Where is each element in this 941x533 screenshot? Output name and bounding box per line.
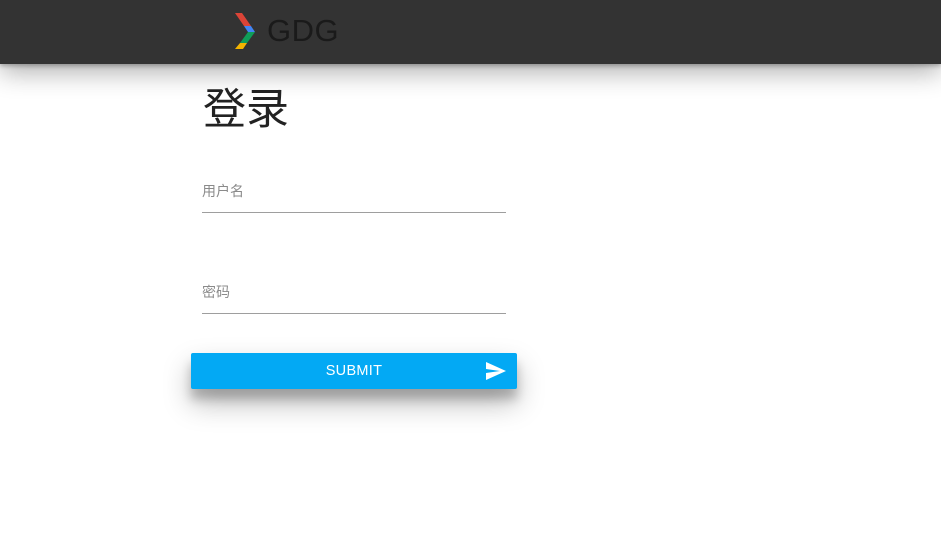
username-field[interactable] [202,172,506,213]
send-icon [486,362,506,380]
logo-text: GDG [267,13,340,48]
top-app-bar: GDG [0,0,941,64]
username-input[interactable] [202,172,506,212]
submit-button[interactable]: SUBMIT [191,353,517,389]
password-input[interactable] [202,273,506,313]
submit-label: SUBMIT [325,363,383,379]
page-title: 登录 [203,85,289,135]
gdg-chevron-logo-icon [235,13,255,49]
password-field[interactable] [202,273,506,314]
gdg-logo[interactable]: GDG [233,13,339,49]
